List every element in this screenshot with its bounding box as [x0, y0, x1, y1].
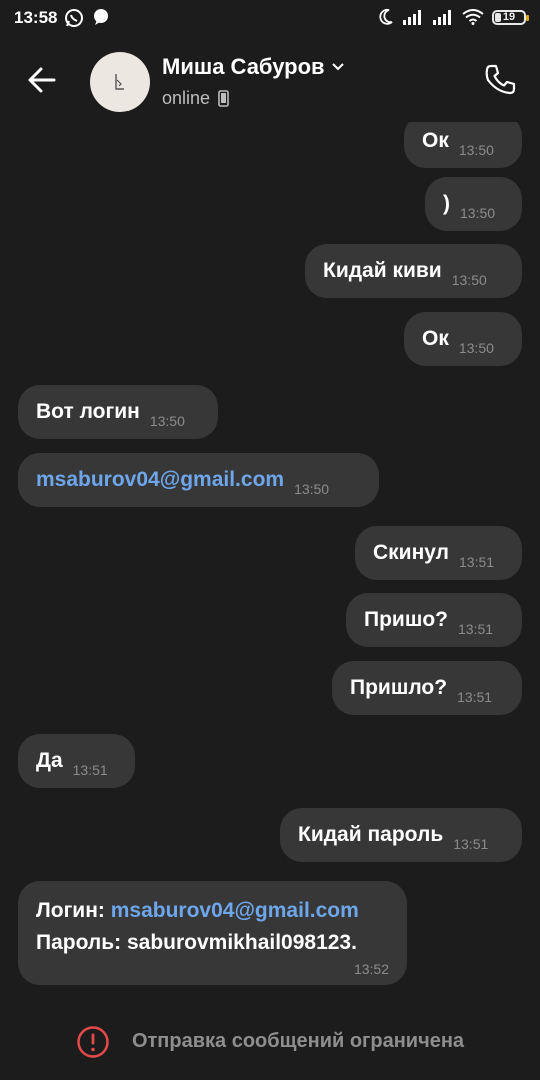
message-outgoing[interactable]: Кидай киви 13:50 [305, 244, 522, 298]
message-text: Пришло? [350, 676, 448, 699]
phone-icon[interactable] [480, 60, 520, 100]
message-outgoing[interactable]: Кидай пароль 13:51 [280, 808, 522, 862]
email-link[interactable]: msaburov04@gmail.com [111, 899, 359, 922]
message-text: Кидай пароль [298, 823, 444, 846]
status-bar: 13:58 19 [0, 0, 540, 36]
message-line: Логин: msaburov04@gmail.com [36, 895, 389, 927]
message-outgoing[interactable]: Скинул 13:51 [355, 526, 522, 580]
arrow-left-icon[interactable] [22, 60, 62, 100]
message-incoming[interactable]: msaburov04@gmail.com 13:50 [18, 453, 379, 507]
message-time: 13:50 [460, 205, 496, 221]
message-text: Скинул [373, 541, 450, 564]
mobile-device-icon [218, 90, 229, 107]
message-time: 13:50 [451, 272, 487, 288]
status-time: 13:58 [14, 8, 58, 27]
signal-icon [403, 10, 421, 25]
message-text: Да [36, 749, 63, 772]
email-link[interactable]: msaburov04@gmail.com [36, 468, 284, 492]
message-line: Пароль: saburovmikhail098123. [36, 931, 357, 954]
notification-icons [64, 8, 110, 28]
message-incoming[interactable]: Вот логин 13:50 [18, 385, 218, 439]
message-time: 13:52 [353, 961, 389, 977]
message-text: Ок [422, 129, 449, 152]
message-time: 13:51 [459, 554, 495, 570]
avatar[interactable] [90, 52, 150, 112]
login-label: Логин: [36, 899, 111, 922]
battery-icon: 19 [492, 9, 529, 25]
wifi-icon [462, 9, 484, 25]
signal-icon [433, 10, 451, 25]
message-outgoing[interactable]: ) 13:50 [425, 177, 522, 231]
chat-header: Миша Сабуров online [0, 36, 540, 122]
contact-name: Миша Сабуров [162, 54, 325, 79]
message-time: 13:51 [72, 762, 108, 778]
message-outgoing[interactable]: Ок 13:50 [404, 122, 522, 168]
message-time: 13:51 [457, 689, 493, 705]
contact-name-row[interactable]: Миша Сабуров [162, 54, 345, 80]
message-time: 13:50 [458, 340, 494, 356]
status-text: online [162, 88, 211, 108]
message-list[interactable]: Ок 13:50 ) 13:50 Кидай киви 13:50 Ок 13:… [0, 122, 540, 1002]
chevron-down-icon [331, 63, 344, 71]
message-time: 13:50 [149, 413, 185, 429]
message-outgoing[interactable]: Ок 13:50 [404, 312, 522, 366]
message-incoming[interactable]: Да 13:51 [18, 734, 135, 788]
battery-level: 19 [502, 11, 516, 23]
message-incoming[interactable]: Логин: msaburov04@gmail.com Пароль: sabu… [18, 881, 407, 985]
message-outgoing[interactable]: Пришло? 13:51 [332, 661, 522, 715]
moon-icon [379, 8, 393, 25]
message-time: 13:51 [458, 621, 494, 637]
whatsapp-icon [65, 9, 83, 27]
avatar-image [115, 74, 124, 90]
message-text: ) [443, 192, 450, 215]
message-text: Ок [422, 327, 449, 350]
chat-bubble-icon [94, 9, 108, 25]
alert-circle-icon [77, 1025, 109, 1058]
restricted-footer: Отправка сообщений ограничена [0, 1003, 540, 1080]
message-outgoing[interactable]: Пришо? 13:51 [346, 593, 522, 647]
message-text: Кидай киви [323, 259, 442, 282]
restriction-notice: Отправка сообщений ограничена [131, 1030, 465, 1052]
message-time: 13:51 [453, 836, 489, 852]
message-text: Пришо? [364, 608, 448, 631]
contact-status: online [162, 88, 229, 109]
message-text: Вот логин [36, 400, 140, 423]
status-right-icons: 19 [378, 8, 529, 26]
message-time: 13:50 [294, 481, 330, 497]
message-time: 13:50 [458, 142, 494, 158]
